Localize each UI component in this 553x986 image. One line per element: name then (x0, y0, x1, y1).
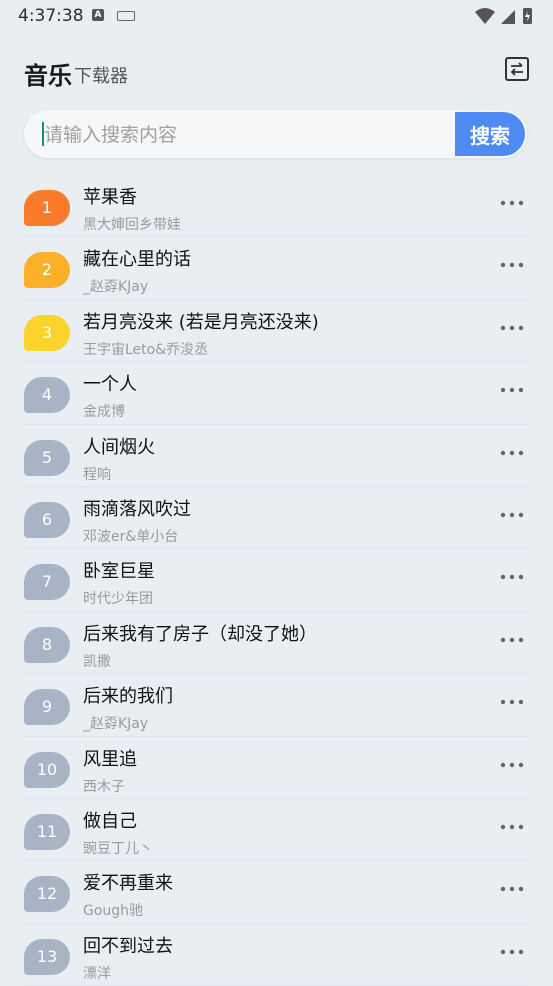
song-row[interactable]: 11 做自己豌豆丁儿丶 (24, 799, 528, 862)
song-artist: _赵孬KJay (83, 716, 149, 733)
more-options-icon[interactable] (500, 881, 524, 897)
song-row[interactable]: 7 卧室巨星时代少年团 (24, 549, 528, 612)
song-title: 若月亮没来 (若是月亮还没来) (83, 311, 319, 333)
song-row[interactable]: 12 爱不再重来 Gough驰 (24, 861, 528, 924)
song-title: 后来的我们 (83, 686, 173, 708)
swap-icon (510, 62, 523, 76)
song-title: 藏在心里的话 (83, 249, 191, 271)
song-title: 风里追 (83, 748, 137, 770)
rank-badge: 13 (24, 938, 70, 975)
app-notification-icon: A (92, 9, 104, 21)
rank-badge: 6 (24, 501, 70, 538)
song-list: 1 苹果香黑大婶回乡带娃 2 藏在心里的话 _赵孬KJay 3 若月亮没来 (若是月亮还没来… (24, 175, 528, 986)
song-artist: 豌豆丁儿丶 (83, 840, 153, 857)
song-row[interactable]: 8 后来我有了房子（却没了她） 凯撒 (24, 612, 528, 675)
app-subtitle: 下载器 (74, 66, 128, 87)
rank-badge: 4 (24, 377, 70, 414)
more-options-icon[interactable] (500, 632, 524, 648)
song-row[interactable]: 4 一个人金成博 (24, 362, 528, 425)
more-options-icon[interactable] (500, 944, 524, 960)
more-options-icon[interactable] (500, 569, 524, 585)
keyboard-icon (117, 11, 135, 21)
switch-button[interactable] (505, 57, 529, 81)
song-artist: 程响 (83, 466, 111, 483)
song-row[interactable]: 3 若月亮没来 (若是月亮还没来) 王宇宙Leto&乔浚丞 (24, 300, 528, 363)
rank-badge: 8 (24, 626, 70, 663)
song-artist: Gough驰 (83, 903, 144, 920)
search-bar: 搜索 (24, 110, 527, 158)
rank-badge: 3 (24, 314, 70, 351)
more-options-icon[interactable] (500, 694, 524, 710)
app-header: 音乐 下载器 (0, 50, 553, 94)
song-title: 做自己 (83, 810, 137, 832)
rank-badge: 12 (24, 876, 70, 913)
more-options-icon[interactable] (500, 507, 524, 523)
song-artist: 凯撒 (83, 653, 111, 670)
song-row[interactable]: 10 风里追西木子 (24, 737, 528, 799)
song-artist: 邓波er&单小台 (83, 528, 179, 545)
search-input[interactable] (42, 118, 466, 152)
app-title: 音乐 (24, 62, 72, 90)
song-row[interactable]: 2 藏在心里的话 _赵孬KJay (24, 237, 528, 300)
song-artist: 漂洋 (83, 965, 111, 982)
more-options-icon[interactable] (500, 320, 524, 336)
song-row[interactable]: 5 人间烟火程响 (24, 425, 528, 487)
more-options-icon[interactable] (500, 195, 524, 211)
song-artist: 金成博 (83, 404, 125, 421)
status-time: 4:37:38 (18, 6, 84, 26)
song-title: 爱不再重来 (83, 873, 173, 895)
more-options-icon[interactable] (500, 257, 524, 273)
more-options-icon[interactable] (500, 819, 524, 835)
song-artist: _赵孬KJay (83, 279, 149, 296)
song-artist: 王宇宙Leto&乔浚丞 (83, 341, 209, 358)
song-title: 人间烟火 (83, 436, 155, 458)
song-title: 卧室巨星 (83, 561, 155, 583)
rank-badge: 11 (24, 813, 70, 850)
more-options-icon[interactable] (500, 382, 524, 398)
status-bar: 4:37:38 A (0, 0, 553, 32)
song-title: 苹果香 (83, 187, 137, 208)
rank-badge: 5 (24, 439, 70, 476)
song-title: 回不到过去 (83, 935, 173, 957)
more-options-icon[interactable] (500, 757, 524, 773)
song-artist: 西木子 (83, 778, 125, 795)
rank-badge: 10 (24, 751, 70, 788)
search-button[interactable]: 搜索 (455, 112, 525, 156)
song-title: 一个人 (83, 374, 137, 396)
more-options-icon[interactable] (500, 445, 524, 461)
rank-badge: 1 (24, 190, 70, 226)
song-row[interactable]: 13 回不到过去漂洋 (24, 924, 528, 986)
rank-badge: 7 (24, 564, 70, 601)
signal-icon (501, 10, 515, 24)
rank-badge: 2 (24, 252, 70, 289)
song-row[interactable]: 9 后来的我们 _赵孬KJay (24, 674, 528, 737)
song-title: 雨滴落风吹过 (83, 498, 191, 520)
rank-badge: 9 (24, 689, 70, 726)
wifi-icon (475, 8, 495, 24)
song-artist: 时代少年团 (83, 591, 153, 608)
song-row[interactable]: 1 苹果香黑大婶回乡带娃 (24, 175, 528, 238)
song-row[interactable]: 6 雨滴落风吹过邓波er&单小台 (24, 487, 528, 550)
song-artist: 黑大婶回乡带娃 (83, 217, 181, 233)
status-icons (475, 8, 532, 24)
song-title: 后来我有了房子（却没了她） (83, 623, 317, 645)
